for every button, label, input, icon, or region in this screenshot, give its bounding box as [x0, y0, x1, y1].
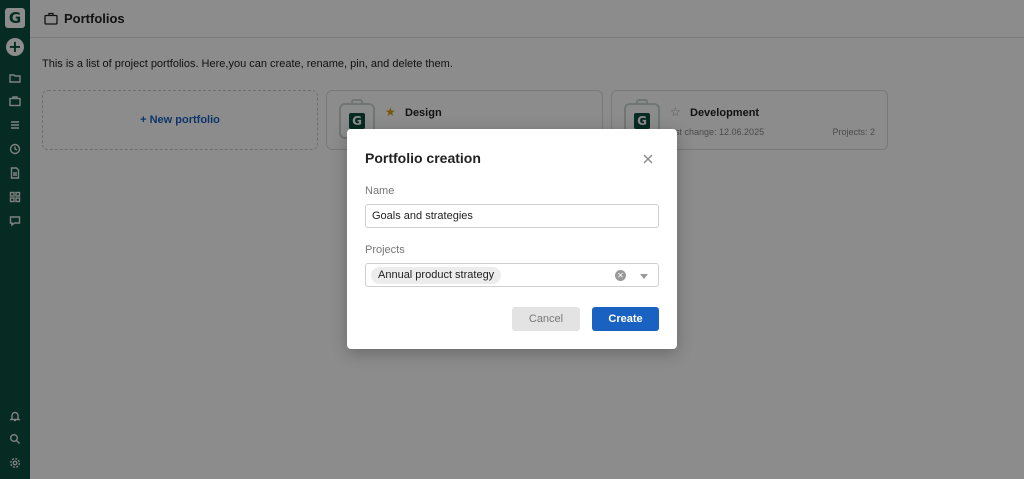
selected-project-chip[interactable]: Annual product strategy [371, 267, 502, 284]
dialog-title: Portfolio creation [365, 150, 481, 166]
portfolio-creation-dialog: Portfolio creation Name Projects Annual … [347, 129, 677, 349]
cancel-button[interactable]: Cancel [512, 307, 580, 331]
create-button[interactable]: Create [592, 307, 659, 331]
name-input[interactable] [365, 204, 659, 228]
close-icon[interactable] [643, 151, 657, 165]
name-label: Name [365, 185, 395, 197]
clear-icon[interactable]: ✕ [615, 270, 626, 281]
chevron-down-icon[interactable] [640, 274, 648, 279]
projects-label: Projects [365, 244, 405, 256]
projects-select[interactable]: Annual product strategy ✕ [365, 263, 659, 287]
